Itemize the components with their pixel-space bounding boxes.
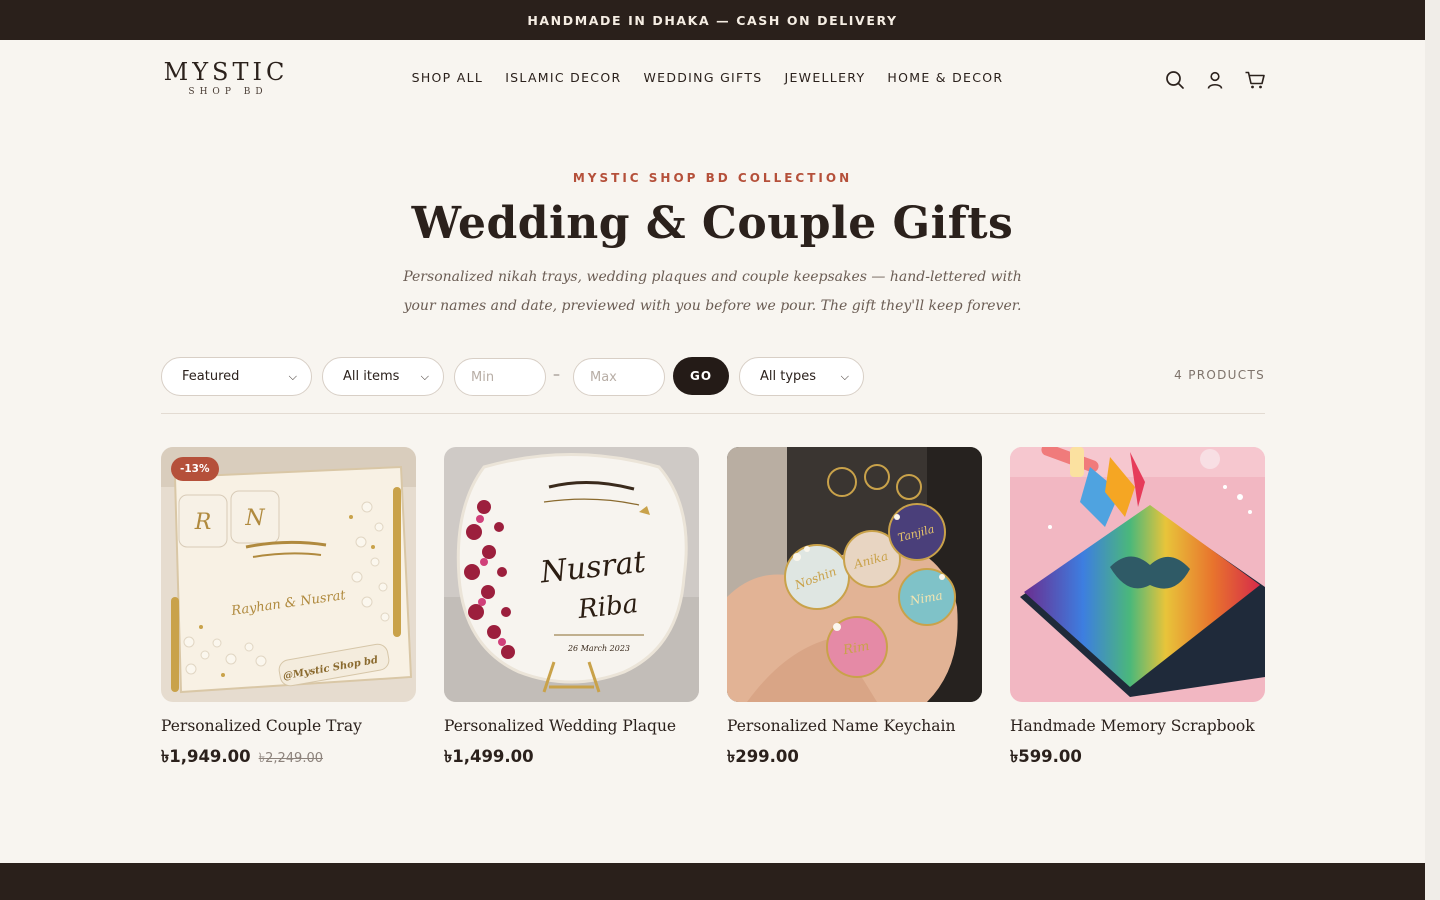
product-image-memory-scrapbook[interactable]: [1010, 447, 1265, 702]
scrollbar[interactable]: [1425, 0, 1440, 900]
product-price: ৳1,949.00: [161, 747, 251, 766]
divider: [161, 413, 1265, 414]
tray-initial-n: N: [244, 506, 265, 531]
logo-sub-text: SHOP BD: [188, 87, 268, 97]
go-button[interactable]: GO: [673, 357, 729, 395]
collection-description: Personalized nikah trays, wedding plaque…: [403, 269, 1022, 314]
product-count: 4 PRODUCTS: [1174, 368, 1265, 382]
search-icon[interactable]: [1164, 69, 1186, 91]
max-price-input[interactable]: [573, 358, 665, 396]
discount-badge: -13%: [171, 457, 219, 481]
price-row: ৳299.00: [727, 744, 982, 771]
product-card[interactable]: Noshin Anika Tanjila Nima Rim Personaliz…: [727, 447, 982, 771]
availability-select[interactable]: All items ⌵: [322, 357, 444, 396]
site-footer: [0, 863, 1425, 900]
product-image-couple-tray[interactable]: R N Rayhan & Nusrat @Mystic Shop bd -13%: [161, 447, 416, 702]
sort-select-value: Featured: [182, 369, 240, 384]
product-name[interactable]: Personalized Wedding Plaque: [444, 717, 699, 735]
announcement-text: HANDMADE IN DHAKA — CASH ON DELIVERY: [527, 12, 898, 28]
nav-shop-all[interactable]: SHOP ALL: [412, 70, 484, 85]
product-name[interactable]: Personalized Name Keychain: [727, 717, 982, 735]
type-select[interactable]: All types ⌵: [739, 357, 864, 396]
sort-select[interactable]: Featured ⌵: [161, 357, 312, 396]
product-card[interactable]: R N Rayhan & Nusrat @Mystic Shop bd -13%…: [161, 447, 416, 771]
product-card[interactable]: Nusrat Riba 26 March 2023 Personalized W…: [444, 447, 699, 771]
type-select-value: All types: [760, 369, 817, 384]
chevron-down-icon: ⌵: [288, 369, 297, 383]
page-title: Wedding & Couple Gifts: [411, 198, 1014, 249]
product-price: ৳599.00: [1010, 747, 1082, 766]
price-row: ৳599.00: [1010, 744, 1265, 771]
nav-home-decor[interactable]: HOME & DECOR: [887, 70, 1003, 85]
product-price: ৳299.00: [727, 747, 799, 766]
product-name[interactable]: Personalized Couple Tray: [161, 717, 416, 735]
tray-initial-r: R: [194, 510, 212, 535]
nav-wedding-gifts[interactable]: WEDDING GIFTS: [643, 70, 762, 85]
nav-islamic-decor[interactable]: ISLAMIC DECOR: [505, 70, 621, 85]
price-row: ৳1,499.00: [444, 744, 699, 771]
availability-select-value: All items: [343, 369, 400, 384]
collection-eyebrow: MYSTIC SHOP BD COLLECTION: [572, 171, 853, 185]
filter-bar: Featured ⌵ All items ⌵ – GO All types ⌵ …: [161, 357, 1265, 397]
product-price: ৳1,499.00: [444, 747, 534, 766]
product-image-name-keychain[interactable]: Noshin Anika Tanjila Nima Rim: [727, 447, 982, 702]
cart-icon[interactable]: [1244, 69, 1266, 91]
product-grid: R N Rayhan & Nusrat @Mystic Shop bd -13%…: [161, 447, 1265, 771]
price-range-dash: –: [553, 367, 560, 383]
collection-hero: MYSTIC SHOP BD COLLECTION Wedding & Coup…: [0, 171, 1425, 321]
account-icon[interactable]: [1204, 69, 1226, 91]
plaque-name-2: Riba: [576, 589, 640, 625]
product-compare-price: ৳2,249.00: [258, 751, 324, 766]
price-row: ৳1,949.00 ৳2,249.00: [161, 744, 416, 771]
chevron-down-icon: ⌵: [420, 369, 429, 383]
nav-jewellery[interactable]: JEWELLERY: [785, 70, 866, 85]
chevron-down-icon: ⌵: [840, 369, 849, 383]
header-icons: [1164, 69, 1266, 91]
page: HANDMADE IN DHAKA — CASH ON DELIVERY MYS…: [0, 0, 1425, 900]
plaque-date: 26 March 2023: [567, 644, 630, 653]
product-card[interactable]: Handmade Memory Scrapbook ৳599.00: [1010, 447, 1265, 771]
product-image-wedding-plaque[interactable]: Nusrat Riba 26 March 2023: [444, 447, 699, 702]
min-price-input[interactable]: [454, 358, 546, 396]
site-header: MYSTIC SHOP BD SHOP ALL ISLAMIC DECOR WE…: [0, 40, 1425, 120]
announcement-bar: HANDMADE IN DHAKA — CASH ON DELIVERY: [0, 0, 1425, 40]
product-name[interactable]: Handmade Memory Scrapbook: [1010, 717, 1265, 735]
